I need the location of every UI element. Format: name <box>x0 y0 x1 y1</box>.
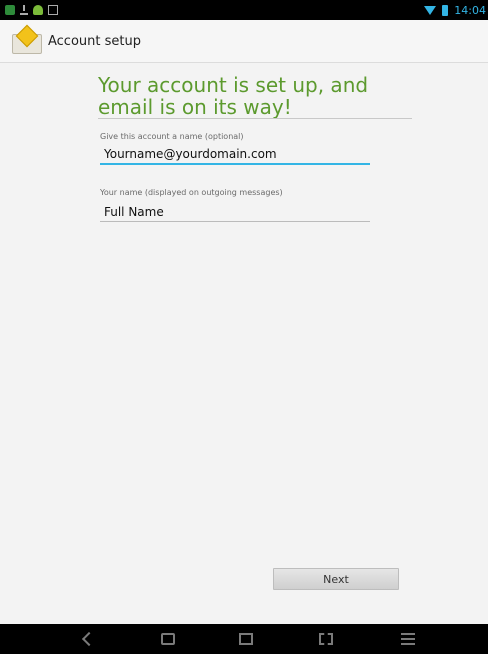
action-bar: Account setup <box>0 20 488 63</box>
battery-icon <box>442 4 449 16</box>
recent-apps-button[interactable] <box>236 629 258 649</box>
email-app-icon[interactable] <box>12 24 42 54</box>
status-time: 14:04 <box>454 3 486 17</box>
menu-icon <box>401 633 415 645</box>
your-name-label: Your name (displayed on outgoing message… <box>100 188 283 197</box>
screenshot-icon <box>319 633 333 645</box>
page-headline: Your account is set up, and email is on … <box>98 73 369 119</box>
navigation-bar <box>0 624 488 654</box>
status-bar: 14:04 <box>0 0 488 20</box>
headline-divider <box>98 118 412 119</box>
your-name-field[interactable]: Full Name <box>100 202 370 222</box>
home-button[interactable] <box>158 629 180 649</box>
back-icon <box>81 631 97 647</box>
image-icon <box>48 5 58 15</box>
screenshot-button[interactable] <box>316 629 338 649</box>
download-icon <box>20 5 28 15</box>
action-bar-title: Account setup <box>48 33 141 49</box>
status-system: 14:04 <box>424 4 488 17</box>
main-content: Your account is set up, and email is on … <box>0 63 488 623</box>
message-icon <box>5 5 15 15</box>
back-button[interactable] <box>78 629 100 649</box>
recent-apps-icon <box>239 633 253 645</box>
account-name-label: Give this account a name (optional) <box>100 132 244 141</box>
menu-button[interactable] <box>398 629 420 649</box>
account-name-field[interactable]: Yourname@yourdomain.com <box>100 145 370 165</box>
android-icon <box>33 5 43 15</box>
wifi-icon <box>424 5 437 15</box>
status-notifications <box>0 5 58 15</box>
next-button[interactable]: Next <box>273 568 399 590</box>
home-icon <box>161 633 175 645</box>
